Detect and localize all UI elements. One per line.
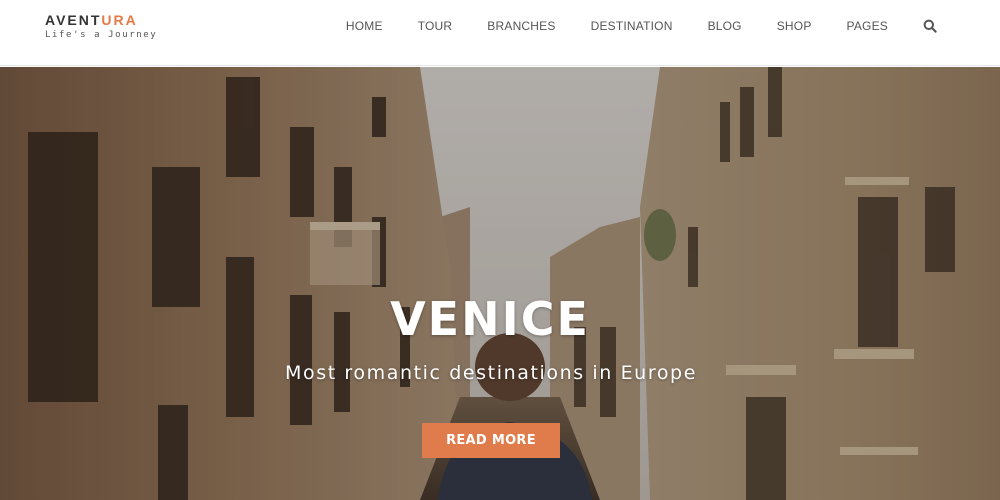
nav-item-branches[interactable]: BRANCHES (487, 19, 555, 33)
nav-item-home[interactable]: HOME (346, 19, 383, 33)
hero-banner: VENICE Most romantic destinations in Eur… (0, 67, 1000, 500)
hero-subtitle: Most romantic destinations in Europe (284, 362, 697, 384)
search-icon[interactable] (923, 19, 937, 33)
nav-item-tour[interactable]: TOUR (418, 19, 453, 33)
logo-text-dark: AVENT (45, 12, 102, 28)
nav-item-blog[interactable]: BLOG (708, 19, 742, 33)
site-logo[interactable]: AVENTURA Life's a Journey (45, 12, 157, 41)
nav-item-destination[interactable]: DESTINATION (591, 19, 673, 33)
main-nav: HOME TOUR BRANCHES DESTINATION BLOG SHOP… (346, 0, 1000, 52)
logo-wordmark: AVENTURA (45, 12, 157, 28)
logo-tagline: Life's a Journey (45, 30, 158, 40)
read-more-button[interactable]: READ MORE (422, 423, 560, 458)
nav-item-shop[interactable]: SHOP (777, 19, 812, 33)
nav-item-pages[interactable]: PAGES (847, 19, 888, 33)
hero-title: VENICE (390, 292, 590, 346)
logo-text-accent: URA (101, 12, 138, 28)
site-header: AVENTURA Life's a Journey HOME TOUR BRAN… (0, 0, 1000, 66)
